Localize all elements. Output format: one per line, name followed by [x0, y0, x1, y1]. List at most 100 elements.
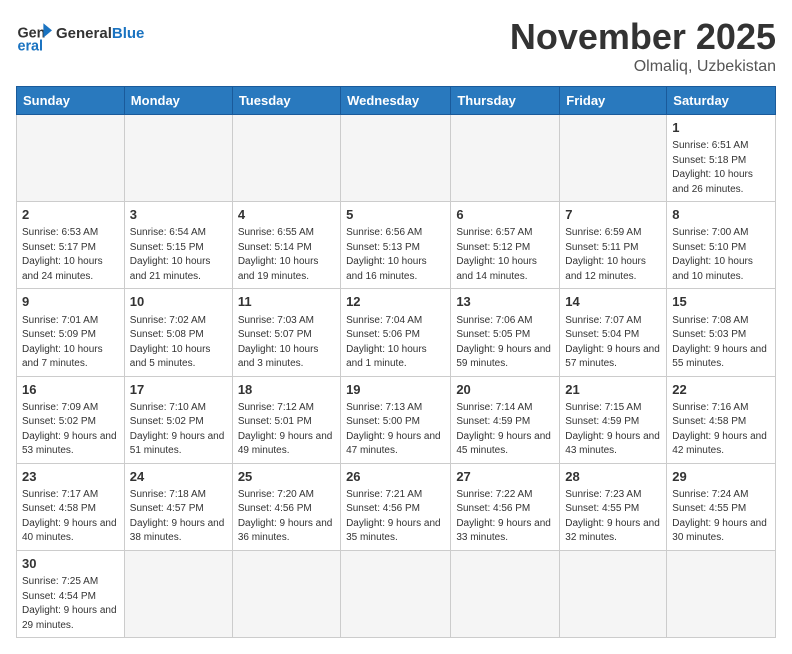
calendar-cell: 2Sunrise: 6:53 AM Sunset: 5:17 PM Daylig…: [17, 202, 125, 289]
calendar-cell: 25Sunrise: 7:20 AM Sunset: 4:56 PM Dayli…: [232, 463, 340, 550]
day-info: Sunrise: 7:00 AM Sunset: 5:10 PM Dayligh…: [672, 226, 770, 284]
calendar-cell: 29Sunrise: 7:24 AM Sunset: 4:55 PM Dayli…: [667, 463, 776, 550]
calendar-cell: 8 Sunrise: 7:00 AM Sunset: 5:10 PM Daylig…: [667, 202, 776, 289]
day-number: 13: [456, 293, 554, 311]
calendar-cell: [451, 550, 560, 637]
day-number: 27: [456, 468, 554, 486]
logo-blue: Blue: [112, 25, 145, 42]
weekday-header-thursday: Thursday: [451, 87, 560, 115]
calendar-cell: 4 Sunrise: 6:55 AM Sunset: 5:14 PM Daylig…: [232, 202, 340, 289]
calendar-cell: 12Sunrise: 7:04 AM Sunset: 5:06 PM Dayli…: [341, 289, 451, 376]
day-info: Sunrise: 6:59 AM Sunset: 5:11 PM Dayligh…: [565, 226, 661, 284]
day-info: Sunrise: 7:12 AM Sunset: 5:01 PM Dayligh…: [238, 401, 335, 459]
day-info: Sunrise: 7:16 AM Sunset: 4:58 PM Dayligh…: [672, 401, 770, 459]
calendar-week-row: 2Sunrise: 6:53 AM Sunset: 5:17 PM Daylig…: [17, 202, 776, 289]
weekday-header-row: SundayMondayTuesdayWednesdayThursdayFrid…: [17, 87, 776, 115]
day-number: 14: [565, 293, 661, 311]
day-number: 3: [130, 206, 227, 224]
calendar-cell: 11 Sunrise: 7:03 AM Sunset: 5:07 PM Dayli…: [232, 289, 340, 376]
calendar-week-row: 23 Sunrise: 7:17 AM Sunset: 4:58 PM Dayli…: [17, 463, 776, 550]
calendar-cell: 20Sunrise: 7:14 AM Sunset: 4:59 PM Dayli…: [451, 376, 560, 463]
calendar-table: SundayMondayTuesdayWednesdayThursdayFrid…: [16, 86, 776, 638]
calendar-cell: [341, 115, 451, 202]
calendar-cell: 1Sunrise: 6:51 AM Sunset: 5:18 PM Daylig…: [667, 115, 776, 202]
weekday-header-friday: Friday: [560, 87, 667, 115]
day-number: 18: [238, 381, 335, 399]
day-info: Sunrise: 7:13 AM Sunset: 5:00 PM Dayligh…: [346, 401, 445, 459]
weekday-header-tuesday: Tuesday: [232, 87, 340, 115]
day-info: Sunrise: 7:10 AM Sunset: 5:02 PM Dayligh…: [130, 401, 227, 459]
calendar-cell: [17, 115, 125, 202]
calendar-cell: 18 Sunrise: 7:12 AM Sunset: 5:01 PM Dayli…: [232, 376, 340, 463]
day-info: Sunrise: 7:15 AM Sunset: 4:59 PM Dayligh…: [565, 401, 661, 459]
day-info: Sunrise: 7:01 AM Sunset: 5:09 PM Dayligh…: [22, 314, 119, 372]
day-number: 8: [672, 206, 770, 224]
day-info: Sunrise: 7:09 AM Sunset: 5:02 PM Dayligh…: [22, 401, 119, 459]
day-info: Sunrise: 6:55 AM Sunset: 5:14 PM Dayligh…: [238, 226, 335, 284]
calendar-cell: 15Sunrise: 7:08 AM Sunset: 5:03 PM Dayli…: [667, 289, 776, 376]
calendar-week-row: 9 Sunrise: 7:01 AM Sunset: 5:09 PM Daylig…: [17, 289, 776, 376]
day-number: 2: [22, 206, 119, 224]
logo-icon: Gen eral: [16, 16, 52, 52]
day-number: 11: [238, 293, 335, 311]
calendar-cell: 30 Sunrise: 7:25 AM Sunset: 4:54 PM Dayli…: [17, 550, 125, 637]
calendar-week-row: 1Sunrise: 6:51 AM Sunset: 5:18 PM Daylig…: [17, 115, 776, 202]
calendar-cell: 3 Sunrise: 6:54 AM Sunset: 5:15 PM Daylig…: [124, 202, 232, 289]
calendar-cell: 17 Sunrise: 7:10 AM Sunset: 5:02 PM Dayli…: [124, 376, 232, 463]
calendar-cell: [124, 550, 232, 637]
day-number: 24: [130, 468, 227, 486]
calendar-cell: [232, 115, 340, 202]
svg-text:eral: eral: [17, 39, 43, 52]
calendar-cell: 23 Sunrise: 7:17 AM Sunset: 4:58 PM Dayli…: [17, 463, 125, 550]
logo-general: General: [56, 25, 112, 42]
calendar-cell: 24Sunrise: 7:18 AM Sunset: 4:57 PM Dayli…: [124, 463, 232, 550]
day-number: 16: [22, 381, 119, 399]
day-number: 12: [346, 293, 445, 311]
day-number: 22: [672, 381, 770, 399]
calendar-cell: 5 Sunrise: 6:56 AM Sunset: 5:13 PM Daylig…: [341, 202, 451, 289]
day-number: 26: [346, 468, 445, 486]
day-info: Sunrise: 7:08 AM Sunset: 5:03 PM Dayligh…: [672, 314, 770, 372]
day-number: 28: [565, 468, 661, 486]
day-info: Sunrise: 6:56 AM Sunset: 5:13 PM Dayligh…: [346, 226, 445, 284]
day-number: 17: [130, 381, 227, 399]
day-number: 7: [565, 206, 661, 224]
calendar-cell: [341, 550, 451, 637]
weekday-header-wednesday: Wednesday: [341, 87, 451, 115]
day-info: Sunrise: 7:24 AM Sunset: 4:55 PM Dayligh…: [672, 488, 770, 546]
calendar-cell: 6Sunrise: 6:57 AM Sunset: 5:12 PM Daylig…: [451, 202, 560, 289]
calendar-cell: [124, 115, 232, 202]
weekday-header-monday: Monday: [124, 87, 232, 115]
day-info: Sunrise: 7:03 AM Sunset: 5:07 PM Dayligh…: [238, 314, 335, 372]
location-title: Olmaliq, Uzbekistan: [510, 58, 776, 76]
calendar-cell: 13 Sunrise: 7:06 AM Sunset: 5:05 PM Dayli…: [451, 289, 560, 376]
calendar-cell: 10 Sunrise: 7:02 AM Sunset: 5:08 PM Dayli…: [124, 289, 232, 376]
day-info: Sunrise: 6:54 AM Sunset: 5:15 PM Dayligh…: [130, 226, 227, 284]
calendar-cell: 16 Sunrise: 7:09 AM Sunset: 5:02 PM Dayli…: [17, 376, 125, 463]
day-number: 21: [565, 381, 661, 399]
calendar-cell: [560, 550, 667, 637]
calendar-cell: 26 Sunrise: 7:21 AM Sunset: 4:56 PM Dayli…: [341, 463, 451, 550]
day-info: Sunrise: 7:25 AM Sunset: 4:54 PM Dayligh…: [22, 575, 119, 633]
calendar-cell: [232, 550, 340, 637]
calendar-cell: [451, 115, 560, 202]
day-info: Sunrise: 7:17 AM Sunset: 4:58 PM Dayligh…: [22, 488, 119, 546]
day-number: 1: [672, 119, 770, 137]
day-number: 4: [238, 206, 335, 224]
calendar-cell: [560, 115, 667, 202]
day-info: Sunrise: 7:21 AM Sunset: 4:56 PM Dayligh…: [346, 488, 445, 546]
day-info: Sunrise: 7:22 AM Sunset: 4:56 PM Dayligh…: [456, 488, 554, 546]
day-number: 30: [22, 555, 119, 573]
day-number: 23: [22, 468, 119, 486]
day-info: Sunrise: 7:06 AM Sunset: 5:05 PM Dayligh…: [456, 314, 554, 372]
weekday-header-sunday: Sunday: [17, 87, 125, 115]
day-number: 5: [346, 206, 445, 224]
title-block: November 2025 Olmaliq, Uzbekistan: [510, 16, 776, 76]
calendar-week-row: 16 Sunrise: 7:09 AM Sunset: 5:02 PM Dayli…: [17, 376, 776, 463]
calendar-cell: 28Sunrise: 7:23 AM Sunset: 4:55 PM Dayli…: [560, 463, 667, 550]
day-number: 10: [130, 293, 227, 311]
day-info: Sunrise: 7:02 AM Sunset: 5:08 PM Dayligh…: [130, 314, 227, 372]
calendar-cell: 9 Sunrise: 7:01 AM Sunset: 5:09 PM Daylig…: [17, 289, 125, 376]
weekday-header-saturday: Saturday: [667, 87, 776, 115]
day-number: 9: [22, 293, 119, 311]
